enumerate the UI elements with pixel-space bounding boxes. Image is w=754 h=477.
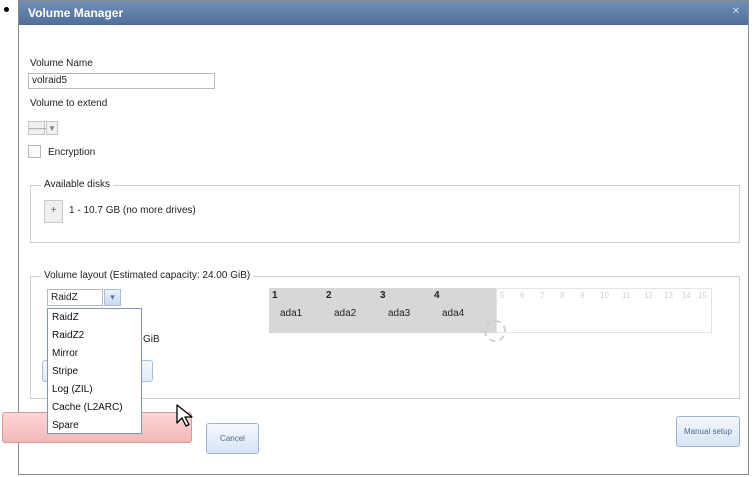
resize-handle-icon[interactable] (484, 320, 506, 342)
faint-column-13: 13 (664, 291, 673, 300)
list-bullet (4, 7, 9, 12)
dropdown-option-raidz2[interactable]: RaidZ2 (48, 327, 141, 345)
column-header-4: 4 (434, 290, 440, 301)
dropdown-option-mirror[interactable]: Mirror (48, 345, 141, 363)
title-bar[interactable]: Volume Manager ✕ (19, 1, 748, 25)
faint-column-9: 9 (580, 291, 585, 300)
faint-column-7: 7 (540, 291, 545, 300)
volume-name-input[interactable]: volraid5 (28, 73, 215, 89)
layout-selected-value: RaidZ (51, 292, 78, 303)
faint-column-15: 15 (698, 291, 707, 300)
faint-column-8: 8 (560, 291, 565, 300)
dropdown-option-cache[interactable]: Cache (L2ARC) (48, 399, 141, 417)
volume-to-extend-select[interactable]: —— (28, 121, 47, 135)
column-header-2: 2 (326, 290, 332, 301)
dropdown-option-spare[interactable]: Spare (48, 417, 141, 435)
dropdown-option-raidz[interactable]: RaidZ (48, 309, 141, 327)
faint-column-14: 14 (682, 291, 691, 300)
disk-ada3[interactable]: ada3 (388, 308, 410, 319)
volume-name-label: Volume Name (30, 58, 93, 69)
dropdown-option-stripe[interactable]: Stripe (48, 363, 141, 381)
available-disk-entry: 1 - 10.7 GB (no more drives) (69, 205, 196, 216)
add-disk-button[interactable]: + (44, 200, 63, 223)
mouse-pointer-icon (176, 404, 193, 427)
chevron-down-icon[interactable]: ▾ (46, 121, 58, 135)
faint-column-10: 10 (600, 291, 609, 300)
layout-select[interactable]: RaidZ (47, 289, 103, 306)
column-header-1: 1 (272, 290, 278, 301)
faint-column-6: 6 (520, 291, 525, 300)
disk-layout-grid: 1 2 3 4 ada1 ada2 ada3 ada4 5 6 7 8 9 10… (252, 288, 712, 333)
dropdown-option-log[interactable]: Log (ZIL) (48, 381, 141, 399)
layout-dropdown-list: RaidZ RaidZ2 Mirror Stripe Log (ZIL) Cac… (47, 308, 142, 434)
volume-name-value: volraid5 (32, 75, 68, 86)
disk-ada2[interactable]: ada2 (334, 308, 356, 319)
faint-column-5: 5 (500, 291, 505, 300)
encryption-label: Encryption (48, 147, 96, 158)
manual-setup-button[interactable]: Manual setup (676, 416, 740, 447)
close-icon[interactable]: ✕ (730, 6, 742, 18)
faint-column-12: 12 (644, 291, 653, 300)
dialog-title: Volume Manager (28, 6, 124, 20)
column-header-3: 3 (380, 290, 386, 301)
available-disks-legend: Available disks (41, 179, 113, 190)
disk-ada1[interactable]: ada1 (280, 308, 302, 319)
encryption-checkbox[interactable] (28, 145, 41, 158)
volume-layout-legend: Volume layout (Estimated capacity: 24.00… (41, 270, 254, 281)
faint-column-11: 11 (622, 291, 631, 300)
volume-to-extend-label: Volume to extend (30, 98, 108, 109)
disk-ada4[interactable]: ada4 (442, 308, 464, 319)
chevron-down-icon[interactable]: ▾ (104, 289, 121, 306)
cancel-button[interactable]: Cancel (206, 423, 259, 454)
capacity-fragment: GiB (143, 334, 160, 345)
